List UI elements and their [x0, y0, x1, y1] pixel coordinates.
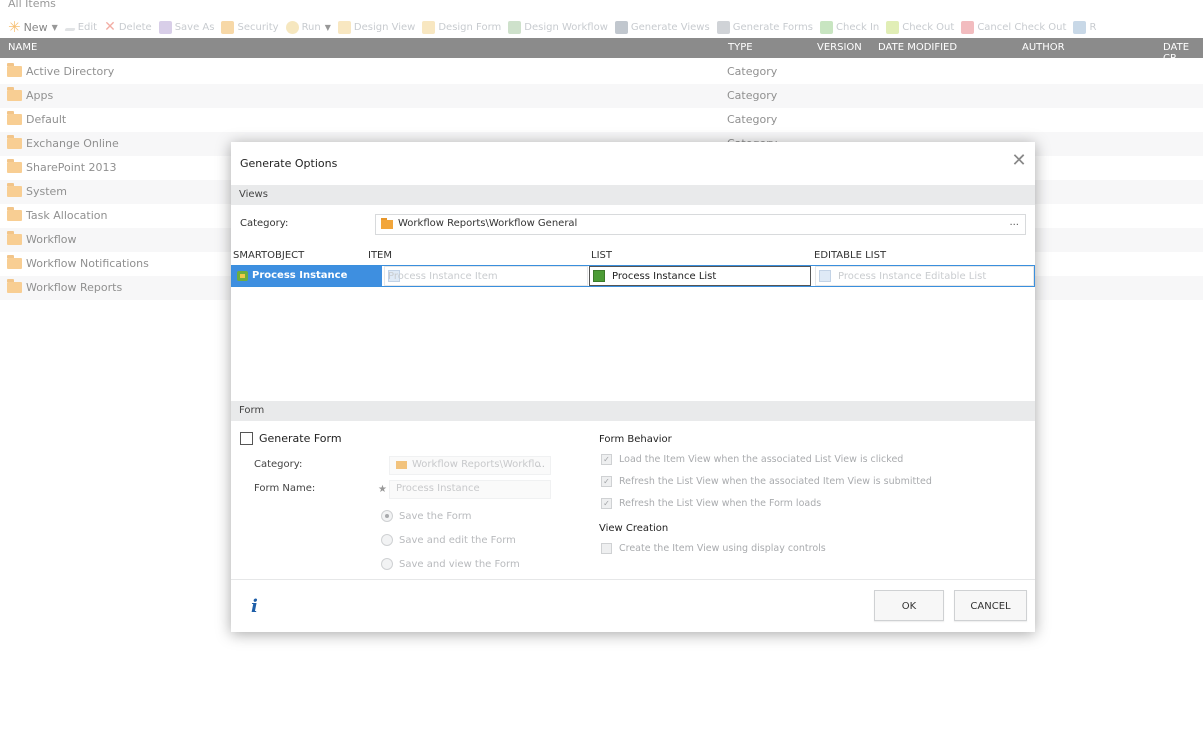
- form-name-input[interactable]: Process Instance: [389, 480, 551, 499]
- radio-dot: [381, 558, 393, 570]
- list-view-text: Process Instance List: [612, 271, 717, 282]
- folder-icon: [381, 218, 393, 229]
- form-name-value: Process Instance: [396, 483, 480, 494]
- behavior-option[interactable]: ✓ Refresh the List View when the associat…: [601, 476, 932, 487]
- behavior-option-label: Load the Item View when the associated L…: [619, 454, 904, 465]
- radio-save-edit-form[interactable]: Save and edit the Form: [381, 534, 516, 546]
- radio-dot: [381, 534, 393, 546]
- radio-save-view-form[interactable]: Save and view the Form: [381, 558, 520, 570]
- views-section-label: Views: [239, 189, 268, 200]
- category-field[interactable]: Workflow Reports\Workflow General ...: [375, 214, 1026, 235]
- radio-label: Save and view the Form: [399, 558, 520, 570]
- form-behavior-heading: Form Behavior: [599, 434, 672, 445]
- close-icon[interactable]: ✕: [1011, 152, 1027, 170]
- check-icon: ✓: [601, 476, 612, 487]
- editable-list-view-checkbox[interactable]: [819, 270, 831, 282]
- footer-divider: [231, 579, 1035, 580]
- form-category-field[interactable]: Workflow Reports\Workflo ...: [389, 456, 551, 475]
- generate-form-checkbox[interactable]: [240, 432, 253, 445]
- required-star-icon: ★: [378, 484, 387, 495]
- form-category-value: Workflow Reports\Workflo: [412, 459, 541, 470]
- radio-dot: [381, 510, 393, 522]
- views-section-header: Views: [231, 185, 1035, 205]
- views-table-row[interactable]: Process Instance Process Instance Item P…: [231, 265, 1035, 287]
- check-icon: ✓: [601, 454, 612, 465]
- col-smartobject: SMARTOBJECT: [233, 250, 305, 261]
- behavior-option[interactable]: ✓ Refresh the List View when the Form loa…: [601, 498, 821, 509]
- form-name-label: Form Name:: [254, 483, 316, 494]
- form-category-browse[interactable]: ...: [535, 459, 545, 470]
- cancel-button[interactable]: CANCEL: [954, 590, 1027, 621]
- smartobject-cell[interactable]: Process Instance: [232, 266, 382, 286]
- views-table-header: SMARTOBJECT ITEM LIST EDITABLE LIST: [231, 249, 1035, 264]
- ok-button[interactable]: OK: [874, 590, 944, 621]
- check-icon: ✓: [601, 498, 612, 509]
- dialog-title: Generate Options: [240, 157, 338, 170]
- behavior-option-label: Refresh the List View when the Form load…: [619, 498, 822, 509]
- generate-options-dialog: Generate Options ✕ Views Category: Workf…: [231, 142, 1035, 632]
- col-item: ITEM: [368, 250, 393, 261]
- radio-save-form[interactable]: Save the Form: [381, 510, 472, 522]
- view-creation-option[interactable]: Create the Item View using display contr…: [601, 543, 826, 554]
- category-browse-button[interactable]: ...: [1009, 217, 1019, 228]
- editable-list-view-input[interactable]: Process Instance Editable List: [815, 266, 1034, 286]
- category-label: Category:: [240, 218, 289, 229]
- form-category-label: Category:: [254, 459, 303, 470]
- radio-label: Save and edit the Form: [399, 534, 516, 546]
- smartobject-icon: [237, 271, 248, 281]
- category-value: Workflow Reports\Workflow General: [398, 218, 578, 229]
- col-list: LIST: [591, 250, 612, 261]
- generate-form-option[interactable]: Generate Form: [240, 432, 342, 445]
- folder-icon: [396, 461, 407, 469]
- list-view-checkbox[interactable]: [593, 270, 605, 282]
- view-creation-heading: View Creation: [599, 523, 669, 534]
- editable-list-view-text: Process Instance Editable List: [838, 271, 987, 282]
- item-view-input[interactable]: Process Instance Item: [384, 266, 588, 286]
- col-editable-list: EDITABLE LIST: [814, 250, 887, 261]
- behavior-option-label: Refresh the List View when the associate…: [619, 476, 932, 487]
- list-view-input[interactable]: Process Instance List: [589, 266, 811, 286]
- radio-label: Save the Form: [399, 510, 472, 522]
- smartobject-name: Process Instance: [252, 270, 348, 281]
- item-view-text: Process Instance Item: [388, 271, 498, 282]
- checkbox-icon: [601, 543, 612, 554]
- generate-form-label: Generate Form: [259, 432, 342, 445]
- form-section-header: Form: [231, 401, 1035, 421]
- behavior-option[interactable]: ✓ Load the Item View when the associated …: [601, 454, 903, 465]
- view-creation-label: Create the Item View using display contr…: [619, 543, 826, 554]
- form-section-label: Form: [239, 405, 265, 416]
- info-icon[interactable]: i: [251, 596, 258, 617]
